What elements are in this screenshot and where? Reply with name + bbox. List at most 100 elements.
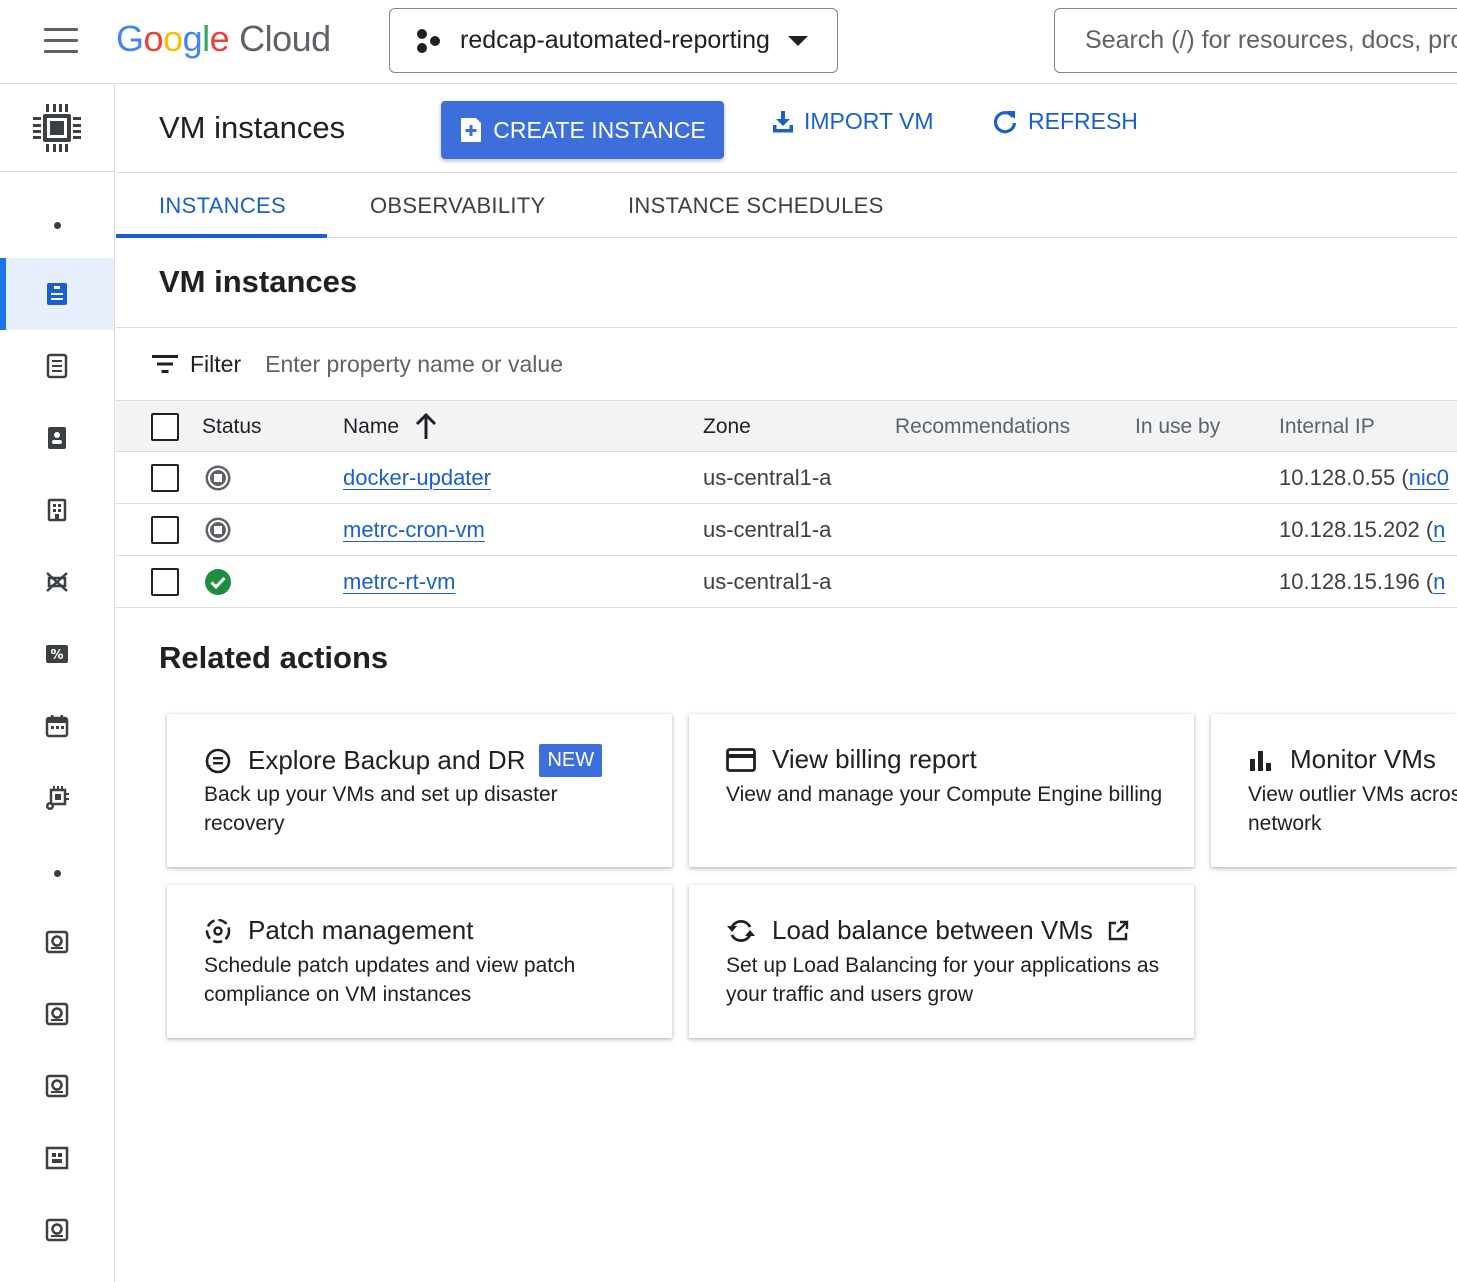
column-header-status[interactable]: Status (202, 401, 262, 453)
column-header-zone[interactable]: Zone (703, 401, 751, 453)
column-header-recommendations[interactable]: Recommendations (895, 401, 1070, 453)
card-description: Set up Load Balancing for your applicati… (726, 954, 1160, 1006)
rail-item-migrate[interactable] (0, 762, 114, 834)
internal-ip: 10.128.0.55 (1279, 465, 1396, 490)
patch-icon (205, 918, 231, 943)
nic-link[interactable]: n (1433, 517, 1445, 543)
import-vm-button[interactable]: IMPORT VM (772, 108, 934, 135)
section-title: VM instances (159, 264, 358, 299)
tab-observability[interactable]: OBSERVABILITY (370, 173, 546, 238)
instance-groups-icon (45, 1146, 69, 1170)
rail-item-disks[interactable] (0, 906, 114, 978)
compute-engine-header[interactable] (0, 84, 114, 172)
compute-engine-chip-icon (33, 103, 81, 152)
rail-item-instance-groups[interactable] (0, 1122, 114, 1194)
rail-item-tpus[interactable] (0, 546, 114, 618)
calendar-icon (45, 715, 69, 738)
image-disk-icon (45, 1074, 69, 1098)
main-menu-icon[interactable] (44, 28, 78, 54)
table-row: docker-updater us-central1-a 10.128.0.55… (116, 452, 1457, 504)
load-balance-icon (727, 919, 755, 942)
instance-name-link[interactable]: metrc-rt-vm (343, 569, 455, 595)
instance-name-link[interactable]: docker-updater (343, 465, 491, 491)
rail-item-committed-use-discounts[interactable]: % (0, 618, 114, 690)
project-picker[interactable]: redcap-automated-reporting (389, 8, 838, 73)
divider (116, 327, 1457, 328)
nic-link[interactable]: n (1433, 569, 1445, 595)
row-checkbox[interactable] (151, 464, 179, 492)
refresh-icon (993, 110, 1017, 133)
instance-zone: us-central1-a (703, 569, 832, 594)
column-header-name[interactable]: Name (343, 401, 439, 453)
row-checkbox[interactable] (151, 568, 179, 596)
download-icon (773, 110, 793, 132)
card-title: Monitor VMs (1290, 744, 1436, 774)
filter-label[interactable]: Filter (190, 351, 241, 378)
vm-instances-icon (47, 283, 67, 305)
left-nav-rail: % (0, 84, 115, 1282)
backup-icon (205, 748, 231, 773)
card-title: View billing report (772, 744, 977, 774)
rail-item-images[interactable] (0, 1050, 114, 1122)
create-instance-label: CREATE INSTANCE (493, 116, 706, 143)
page-title: VM instances (159, 110, 346, 145)
card-title: Load balance between VMs (772, 915, 1093, 945)
filter-icon[interactable] (152, 354, 178, 374)
new-badge: NEW (539, 744, 603, 777)
column-header-internal-ip[interactable]: Internal IP (1279, 401, 1375, 453)
rail-item-reservations[interactable] (0, 690, 114, 762)
discount-percent-icon: % (46, 645, 68, 663)
tab-bar: INSTANCES OBSERVABILITY INSTANCE SCHEDUL… (116, 173, 1457, 238)
card-patch-management[interactable]: Patch management Schedule patch updates … (167, 885, 672, 1038)
related-actions-title: Related actions (159, 640, 389, 675)
stopped-status-icon (205, 517, 231, 543)
tpu-icon (46, 572, 68, 592)
external-link-icon (1108, 920, 1129, 940)
sole-tenant-icon (48, 427, 66, 449)
filter-bar: Filter (152, 346, 866, 382)
project-icon (417, 28, 440, 53)
rail-item-instance-templates[interactable] (0, 330, 114, 402)
row-checkbox[interactable] (151, 516, 179, 544)
google-cloud-logo[interactable]: Google Cloud (116, 18, 331, 60)
instance-name-link[interactable]: metrc-cron-vm (343, 517, 485, 543)
select-all-checkbox[interactable] (151, 413, 179, 441)
search-input[interactable] (1055, 9, 1457, 72)
rail-item-vm-instances[interactable] (0, 258, 114, 330)
stopped-status-icon (205, 465, 231, 491)
rail-item-sole-tenant-nodes[interactable] (0, 402, 114, 474)
chip-settings-icon (46, 786, 69, 810)
instance-zone: us-central1-a (703, 517, 832, 542)
card-load-balance[interactable]: Load balance between VMs Set up Load Bal… (689, 885, 1194, 1038)
table-row: metrc-rt-vm us-central1-a 10.128.15.196 … (116, 556, 1457, 608)
tab-instances[interactable]: INSTANCES (159, 173, 286, 238)
card-title: Patch management (248, 915, 474, 945)
tab-instance-schedules[interactable]: INSTANCE SCHEDULES (628, 173, 884, 238)
instance-templates-icon (46, 353, 68, 379)
table-header-row: Status Name Zone Recommendations In use … (116, 400, 1457, 452)
create-instance-button[interactable]: CREATE INSTANCE (441, 101, 724, 159)
chevron-down-icon (787, 35, 808, 46)
column-header-name-label: Name (343, 415, 400, 438)
internal-ip: 10.128.15.196 (1279, 569, 1420, 594)
storage-disk-icon (45, 1218, 69, 1242)
machine-images-icon (47, 498, 67, 522)
svg-text:%: % (50, 648, 63, 663)
active-tab-indicator (116, 234, 327, 238)
rail-item-snapshots[interactable] (0, 978, 114, 1050)
search-box[interactable] (1054, 8, 1457, 73)
card-backup-and-dr[interactable]: Explore Backup and DR NEW Back up your V… (167, 714, 672, 867)
card-view-billing-report[interactable]: View billing report View and manage your… (689, 714, 1194, 867)
card-monitor-vms[interactable]: Monitor VMs View outlier VMs across CPU,… (1211, 714, 1457, 867)
refresh-button[interactable]: REFRESH (992, 108, 1138, 135)
rail-item-machine-images[interactable] (0, 474, 114, 546)
nic-link[interactable]: nic0 (1409, 465, 1449, 491)
filter-input[interactable] (265, 350, 866, 378)
rail-item-storage-pools[interactable] (0, 1194, 114, 1266)
top-bar: Google Cloud redcap-automated-reporting (0, 0, 1457, 84)
card-description: Back up your VMs and set up disaster rec… (204, 783, 558, 835)
card-title: Explore Backup and DR (248, 745, 526, 775)
sort-ascending-arrow-icon[interactable] (413, 413, 439, 441)
column-header-in-use-by[interactable]: In use by (1135, 401, 1220, 453)
snapshot-disk-icon (45, 1002, 69, 1026)
